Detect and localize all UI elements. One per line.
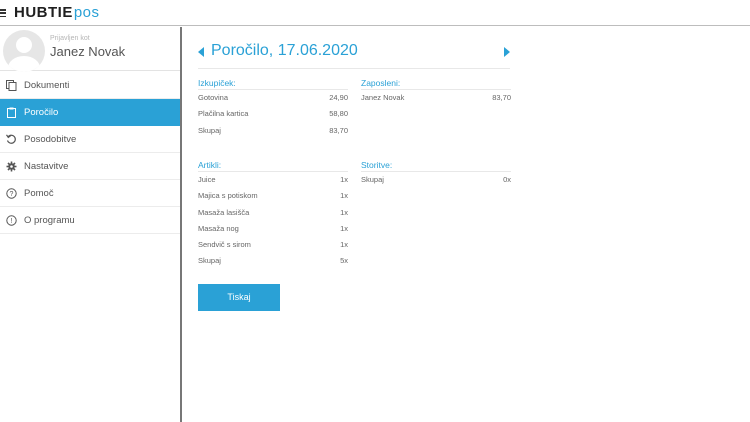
section-izkupicek: Izkupiček: Gotovina 24,90 Plačilna kartic…	[198, 78, 348, 139]
gear-icon	[6, 161, 17, 172]
row-value: 1x	[340, 175, 348, 184]
sidebar-item-posodobitve[interactable]: Posodobitve	[0, 126, 180, 153]
help-icon: ?	[6, 188, 17, 199]
user-name: Janez Novak	[50, 44, 126, 59]
row-value: 24,90	[329, 93, 348, 102]
sidebar-item-label: Poročilo	[24, 107, 59, 118]
list-item: Juice 1x	[198, 172, 348, 188]
user-panel: Prijavljen kot Janez Novak	[0, 27, 180, 72]
sidebar-menu: Dokumenti Poročilo Posodobitve Nastavitv…	[0, 72, 180, 234]
section-heading: Artikli:	[198, 160, 348, 172]
row-value: 1x	[340, 223, 348, 233]
list-item: Skupaj 0x	[361, 172, 511, 188]
section-storitve: Storitve: Skupaj 0x	[361, 160, 511, 188]
section-zaposleni: Zaposleni: Janez Novak 83,70	[361, 78, 511, 106]
next-day-icon[interactable]	[504, 47, 510, 57]
print-button[interactable]: Tiskaj	[198, 284, 280, 311]
section-artikli: Artikli: Juice 1x Majica s potiskom 1x Mas…	[198, 160, 348, 270]
documents-icon	[6, 80, 17, 91]
row-label: Masaža nog	[198, 223, 239, 233]
hamburger-menu-icon[interactable]	[0, 9, 6, 18]
sidebar-item-label: O programu	[24, 215, 75, 226]
top-bar: HUBTIEpos	[0, 0, 750, 26]
sidebar-item-nastavitve[interactable]: Nastavitve	[0, 153, 180, 180]
section-heading: Zaposleni:	[361, 78, 511, 90]
svg-text:!: !	[11, 218, 13, 225]
section-heading: Storitve:	[361, 160, 511, 172]
previous-day-icon[interactable]	[198, 47, 204, 57]
svg-text:?: ?	[10, 191, 14, 198]
page-title: Poročilo, 17.06.2020	[211, 42, 358, 59]
row-value: 1x	[340, 191, 348, 201]
sidebar-item-label: Posodobitve	[24, 134, 77, 145]
list-item: Skupaj 5x	[198, 253, 348, 269]
sidebar: Prijavljen kot Janez Novak Dokumenti Por…	[0, 27, 182, 422]
row-value: 83,70	[492, 93, 511, 102]
list-item: Majica s potiskom 1x	[198, 188, 348, 204]
list-item: Janez Novak 83,70	[361, 90, 511, 106]
list-item: Masaža lasišča 1x	[198, 205, 348, 221]
sidebar-item-o-programu[interactable]: ! O programu	[0, 207, 180, 234]
row-value: 0x	[503, 175, 511, 184]
logged-in-label: Prijavljen kot	[50, 35, 90, 42]
list-item: Skupaj 83,70	[198, 123, 348, 139]
row-label: Juice	[198, 175, 216, 184]
clipboard-icon	[7, 107, 16, 118]
list-item: Gotovina 24,90	[198, 90, 348, 106]
row-label: Sendvič s sirom	[198, 240, 251, 250]
sidebar-item-label: Nastavitve	[24, 161, 69, 172]
row-value: 83,70	[329, 125, 348, 135]
row-value: 5x	[340, 256, 348, 266]
row-label: Plačilna kartica	[198, 109, 249, 119]
sidebar-item-label: Pomoč	[24, 188, 54, 199]
brand-suffix: pos	[73, 4, 100, 21]
row-label: Masaža lasišča	[198, 207, 250, 217]
list-item: Plačilna kartica 58,80	[198, 106, 348, 122]
sidebar-item-porocilo[interactable]: Poročilo	[0, 99, 180, 126]
brand-name: HUBTIE	[14, 4, 73, 21]
row-label: Skupaj	[198, 256, 221, 266]
info-icon: !	[6, 215, 17, 226]
row-value: 1x	[340, 207, 348, 217]
row-value: 58,80	[329, 109, 348, 119]
brand-logo: HUBTIEpos	[14, 5, 100, 21]
sidebar-item-pomoc[interactable]: ? Pomoč	[0, 180, 180, 207]
list-item: Sendvič s sirom 1x	[198, 237, 348, 253]
row-label: Gotovina	[198, 93, 229, 102]
report-header: Poročilo, 17.06.2020	[198, 41, 510, 69]
row-label: Skupaj	[198, 125, 221, 135]
avatar	[3, 30, 45, 72]
refresh-icon	[6, 134, 16, 144]
row-label: Janez Novak	[361, 93, 405, 102]
sidebar-item-label: Dokumenti	[24, 80, 70, 91]
row-label: Skupaj	[361, 175, 384, 184]
list-item: Masaža nog 1x	[198, 221, 348, 237]
row-value: 1x	[340, 240, 348, 250]
row-label: Majica s potiskom	[198, 191, 258, 201]
sidebar-item-dokumenti[interactable]: Dokumenti	[0, 72, 180, 99]
section-heading: Izkupiček:	[198, 78, 348, 90]
main-content: Poročilo, 17.06.2020 Izkupiček: Gotovina…	[184, 27, 750, 422]
